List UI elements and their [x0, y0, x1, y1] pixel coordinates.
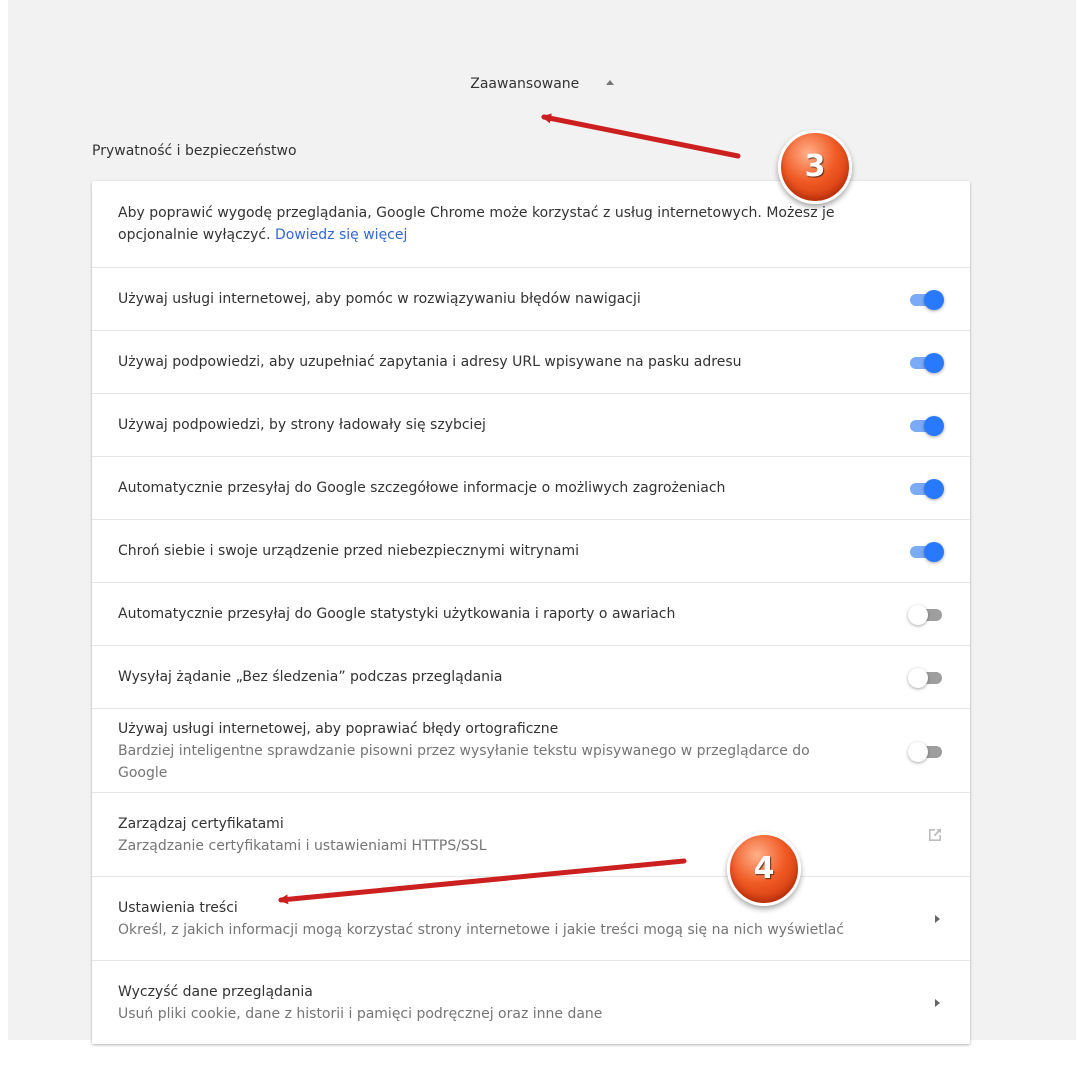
toggle-switch[interactable]: [908, 741, 944, 762]
toggle-label: Używaj usługi internetowej, aby pomóc w …: [118, 291, 641, 307]
toggle-switch[interactable]: [908, 541, 944, 562]
toggle-label: Automatycznie przesyłaj do Google statys…: [118, 606, 676, 622]
section-title: Prywatność i bezpieczeństwo: [92, 143, 297, 159]
settings-page: Zaawansowane Prywatność i bezpieczeństwo…: [8, 0, 1076, 1044]
toggle-row-usage-stats[interactable]: Automatycznie przesyłaj do Google statys…: [92, 582, 970, 645]
toggle-label: Używaj podpowiedzi, aby uzupełniać zapyt…: [118, 354, 742, 370]
intro-text: Aby poprawić wygodę przeglądania, Google…: [118, 205, 835, 221]
spellcheck-description: Bardziej inteligentne sprawdzanie pisown…: [118, 742, 810, 759]
toggle-row-prefetch[interactable]: Używaj podpowiedzi, by strony ładowały s…: [92, 393, 970, 456]
toggle-switch[interactable]: [908, 667, 944, 688]
advanced-section-toggle[interactable]: Zaawansowane: [8, 76, 1076, 92]
toggle-switch[interactable]: [908, 604, 944, 625]
chevron-right-icon[interactable]: [935, 998, 940, 1007]
toggle-row-security-reports[interactable]: Automatycznie przesyłaj do Google szczeg…: [92, 456, 970, 519]
chevron-right-icon[interactable]: [935, 914, 940, 923]
toggle-label: Chroń siebie i swoje urządzenie przed ni…: [118, 543, 580, 559]
toggle-label: Używaj podpowiedzi, by strony ładowały s…: [118, 417, 486, 433]
toggle-switch[interactable]: [908, 352, 944, 373]
content-settings-description: Określ, z jakich informacji mogą korzyst…: [118, 921, 844, 938]
toggle-row-spellcheck[interactable]: Używaj usługi internetowej, aby poprawia…: [92, 708, 970, 792]
external-link-icon[interactable]: [926, 826, 944, 844]
toggle-switch[interactable]: [908, 289, 944, 310]
toggle-label: Wysyłaj żądanie „Bez śledzenia” podczas …: [118, 669, 503, 685]
annotation-badge-3: 3: [778, 130, 852, 204]
toggle-row-search-suggestions[interactable]: Używaj podpowiedzi, aby uzupełniać zapyt…: [92, 330, 970, 393]
manage-certificates-row[interactable]: Zarządzaj certyfikatami Zarządzanie cert…: [92, 792, 970, 876]
advanced-label: Zaawansowane: [470, 76, 580, 92]
spellcheck-description-line2: Google: [118, 764, 168, 781]
toggle-row-navigation-errors[interactable]: Używaj usługi internetowej, aby pomóc w …: [92, 267, 970, 330]
toggle-row-do-not-track[interactable]: Wysyłaj żądanie „Bez śledzenia” podczas …: [92, 645, 970, 708]
clear-browsing-data-row[interactable]: Wyczyść dane przeglądania Usuń pliki coo…: [92, 960, 970, 1044]
spellcheck-label: Używaj usługi internetowej, aby poprawia…: [118, 720, 559, 737]
toggle-label: Automatycznie przesyłaj do Google szczeg…: [118, 480, 726, 496]
privacy-card: Aby poprawić wygodę przeglądania, Google…: [92, 181, 970, 1044]
annotation-badge-4: 4: [727, 832, 801, 906]
content-settings-row[interactable]: Ustawienia treści Określ, z jakich infor…: [92, 876, 970, 960]
intro-text-line2: opcjonalnie wyłączyć.: [118, 227, 271, 243]
toggle-switch[interactable]: [908, 478, 944, 499]
caret-up-icon: [605, 79, 614, 85]
clear-browsing-data-description: Usuń pliki cookie, dane z historii i pam…: [118, 1005, 603, 1022]
toggle-row-safe-browsing[interactable]: Chroń siebie i swoje urządzenie przed ni…: [92, 519, 970, 582]
clear-browsing-data-label: Wyczyść dane przeglądania: [118, 983, 313, 1000]
learn-more-link[interactable]: Dowiedz się więcej: [275, 227, 407, 243]
toggle-switch[interactable]: [908, 415, 944, 436]
